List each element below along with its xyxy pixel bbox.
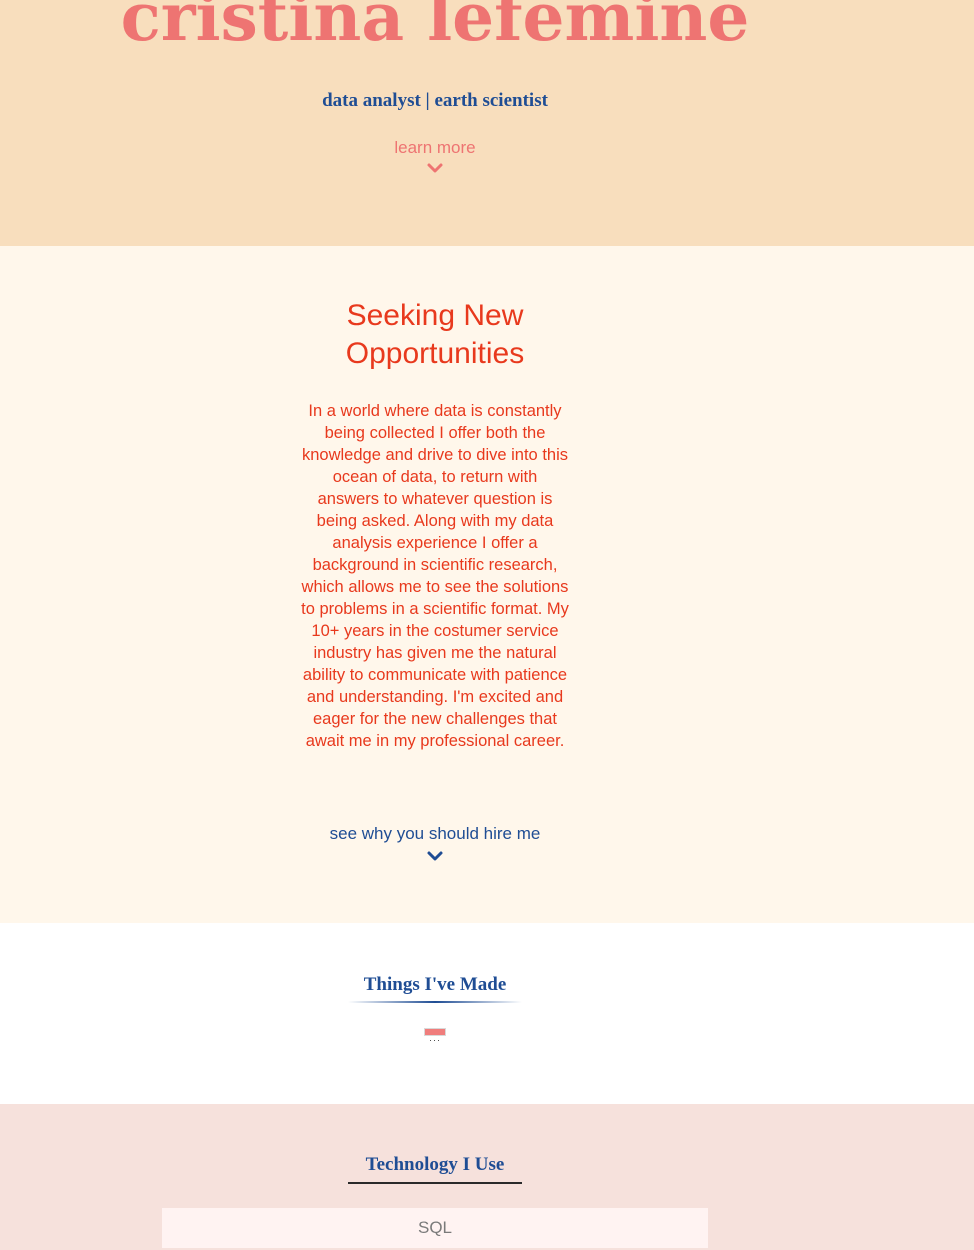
projects-title-underline: [348, 1001, 522, 1003]
about-text: In a world where data is constantly bein…: [301, 402, 569, 750]
hero-section: cristina lefemine data analyst | earth s…: [0, 0, 974, 246]
learn-more-label: learn more: [394, 138, 476, 157]
chevron-down-icon: [427, 851, 443, 861]
projects-title: Things I've Made: [363, 974, 507, 995]
about-title: Seeking New Opportunities: [345, 299, 525, 370]
chevron-down-icon: [427, 163, 443, 173]
technology-title-underline: [348, 1182, 522, 1184]
hire-me-label: see why you should hire me: [329, 824, 541, 843]
technology-section: Technology I Use SQL: [0, 1104, 974, 1250]
learn-more-link[interactable]: learn more: [335, 138, 535, 174]
tech-item-sql: SQL: [162, 1208, 708, 1248]
hero-subtitle: data analyst | earth scientist: [322, 90, 548, 111]
hire-me-link[interactable]: see why you should hire me: [285, 824, 585, 862]
broken-image-icon[interactable]: ···: [424, 1028, 446, 1046]
projects-section: Things I've Made ···: [0, 923, 974, 1104]
technology-title: Technology I Use: [365, 1154, 505, 1175]
about-section: Seeking New Opportunities In a world whe…: [0, 246, 974, 923]
site-title: cristina lefemine: [120, 0, 750, 56]
